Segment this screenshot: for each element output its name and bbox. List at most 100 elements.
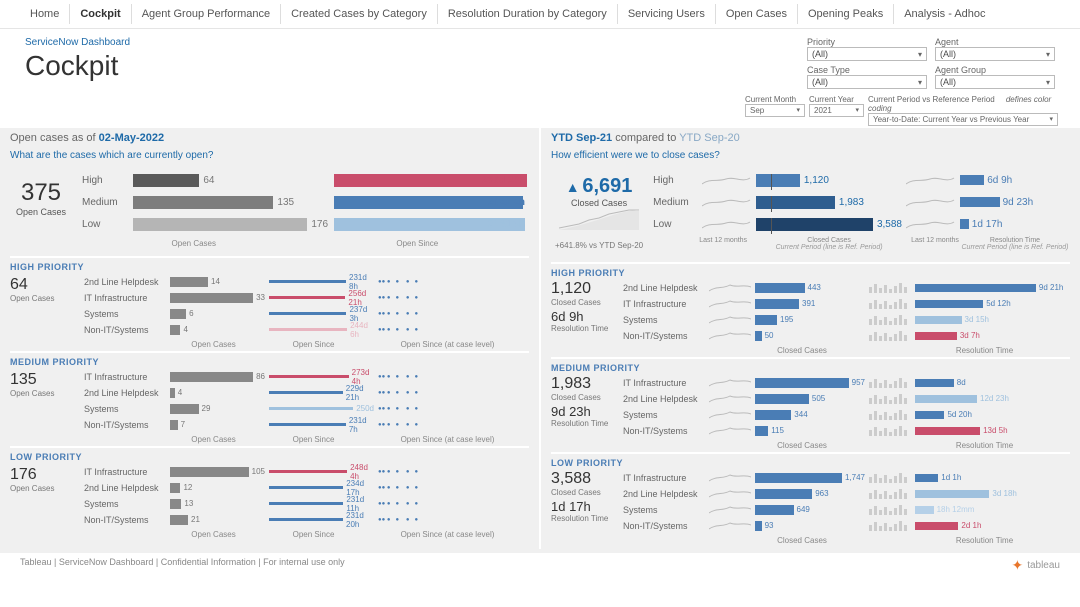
case-level-dots[interactable]: ●● ● ● ● ●: [378, 279, 529, 285]
prio-row: IT Infrastructure 1,747 1d 1h: [623, 470, 1070, 485]
bar-sparkline: [869, 376, 911, 389]
case-level-dots[interactable]: ●● ● ● ● ●: [378, 501, 529, 507]
select-current-year[interactable]: 2021: [809, 104, 864, 117]
case-level-dots[interactable]: ●● ● ● ● ●: [378, 374, 529, 380]
top-nav: HomeCockpitAgent Group PerformanceCreate…: [0, 0, 1080, 29]
sparkline: [906, 216, 956, 232]
filter-select-case_type[interactable]: (All): [807, 75, 927, 89]
open-cases-bar[interactable]: 12: [170, 483, 265, 493]
closed-cases-bar[interactable]: 93: [755, 521, 865, 531]
nav-tab-agent-group-performance[interactable]: Agent Group Performance: [132, 4, 281, 24]
case-level-dots[interactable]: ●● ● ● ● ●: [378, 295, 529, 301]
closed-cases-bar[interactable]: 344: [755, 410, 865, 420]
resolution-time-bar[interactable]: 9d 23h: [960, 197, 1070, 208]
closed-cases-total: ▲ 6,691 Closed Cases +641.8% vs YTD Sep-…: [551, 171, 647, 254]
case-level-dots[interactable]: ●● ● ● ● ●: [378, 406, 529, 412]
open-since-bar[interactable]: 250d: [269, 404, 374, 413]
resolution-time-bar[interactable]: 9d 21h: [915, 283, 1070, 292]
closed-cases-bar[interactable]: 391: [755, 299, 865, 309]
nav-tab-cockpit[interactable]: Cockpit: [70, 4, 131, 24]
bar-sparkline: [869, 297, 911, 310]
open-since-bar[interactable]: 229d 21h: [269, 384, 374, 402]
closed-cases-bar[interactable]: 1,120: [756, 174, 902, 187]
nav-tab-analysis-adhoc[interactable]: Analysis - Adhoc: [894, 4, 995, 24]
open-cases-bar[interactable]: 86: [170, 372, 265, 382]
tableau-icon: ✦: [1011, 557, 1023, 574]
closed-cases-bar[interactable]: 957: [755, 378, 865, 388]
nav-tab-opening-peaks[interactable]: Opening Peaks: [798, 4, 894, 24]
open-cases-bar[interactable]: 64: [133, 174, 328, 187]
case-level-dots[interactable]: ●● ● ● ● ●: [378, 390, 529, 396]
bar-sparkline: [869, 329, 911, 342]
case-level-dots[interactable]: ●● ● ● ● ●: [378, 485, 529, 491]
bar-sparkline: [869, 487, 911, 500]
resolution-time-bar[interactable]: 5d 20h: [915, 410, 1070, 419]
open-cases-bar[interactable]: 135: [133, 196, 328, 209]
open-since-bar[interactable]: 231d 20h: [269, 511, 374, 529]
open-since-bar[interactable]: 244d 6h: [269, 321, 374, 339]
priority-header: LOW PRIORITY: [551, 456, 1070, 470]
closed-cases-bar[interactable]: 505: [755, 394, 865, 404]
closed-cases-bar[interactable]: 963: [755, 489, 865, 499]
case-level-dots[interactable]: ●● ● ● ● ●: [378, 469, 529, 475]
case-level-dots[interactable]: ●● ● ● ● ●: [378, 327, 529, 333]
nav-tab-resolution-duration-by-category[interactable]: Resolution Duration by Category: [438, 4, 618, 24]
resolution-time-bar[interactable]: 1d 17h: [960, 219, 1070, 230]
nav-tab-created-cases-by-category[interactable]: Created Cases by Category: [281, 4, 438, 24]
nav-tab-home[interactable]: Home: [20, 4, 70, 24]
closed-cases-bar[interactable]: 195: [755, 315, 865, 325]
case-level-dots[interactable]: ●● ● ● ● ●: [378, 517, 529, 523]
open-since-bar[interactable]: 266d 23h: [334, 174, 529, 187]
resolution-time-bar[interactable]: 6d 9h: [960, 175, 1070, 186]
closed-cases-bar[interactable]: 50: [755, 331, 865, 341]
resolution-time-bar[interactable]: 18h 12mm: [915, 505, 1070, 514]
open-since-bar[interactable]: 264d 3h: [334, 218, 529, 231]
closed-cases-bar[interactable]: 3,588: [756, 218, 902, 231]
select-reference-period[interactable]: Year-to-Date: Current Year vs Previous Y…: [868, 113, 1058, 126]
open-since-bar[interactable]: 262d 2h: [334, 196, 529, 209]
closed-cases-bar[interactable]: 1,747: [755, 473, 865, 483]
prio-row: 2nd Line Helpdesk 963 3d 18h: [623, 486, 1070, 501]
filter-select-agent[interactable]: (All): [935, 47, 1055, 61]
resolution-time-bar[interactable]: 8d: [915, 378, 1070, 387]
closed-cases-hero-bars: High 1,120 6d 9hMedium 1,983 9d 23hLow 3…: [653, 171, 1070, 254]
resolution-time-bar[interactable]: 12d 23h: [915, 394, 1070, 403]
open-cases-bar[interactable]: 105: [170, 467, 265, 477]
resolution-time-bar[interactable]: 3d 15h: [915, 315, 1070, 324]
filter-select-agent_group[interactable]: (All): [935, 75, 1055, 89]
nav-tab-open-cases[interactable]: Open Cases: [716, 4, 798, 24]
open-cases-bar[interactable]: 7: [170, 420, 265, 430]
open-cases-bar[interactable]: 21: [170, 515, 265, 525]
nav-tab-servicing-users[interactable]: Servicing Users: [618, 4, 716, 24]
prio-row: 2nd Line Helpdesk 505 12d 23h: [623, 391, 1070, 406]
resolution-time-bar[interactable]: 5d 12h: [915, 299, 1070, 308]
open-cases-bar[interactable]: 6: [170, 309, 265, 319]
open-cases-bar[interactable]: 13: [170, 499, 265, 509]
resolution-time-bar[interactable]: 1d 1h: [915, 473, 1070, 482]
sparkline: [709, 297, 751, 310]
case-level-dots[interactable]: ●● ● ● ● ●: [378, 422, 529, 428]
resolution-time-bar[interactable]: 3d 18h: [915, 489, 1070, 498]
case-level-dots[interactable]: ●● ● ● ● ●: [378, 311, 529, 317]
bar-sparkline: [869, 519, 911, 532]
open-cases-bar[interactable]: 4: [170, 325, 265, 335]
resolution-time-bar[interactable]: 3d 7h: [915, 331, 1070, 340]
select-current-month[interactable]: Sep: [745, 104, 805, 117]
open-cases-bar[interactable]: 29: [170, 404, 265, 414]
closed-cases-bar[interactable]: 115: [755, 426, 865, 436]
closed-cases-bar[interactable]: 649: [755, 505, 865, 515]
sparkline: [709, 424, 751, 437]
open-cases-bar[interactable]: 33: [170, 293, 265, 303]
resolution-time-bar[interactable]: 13d 5h: [915, 426, 1070, 435]
ytd-compare-word: compared to: [615, 132, 676, 144]
page-title: Cockpit: [25, 50, 130, 82]
open-since-bar[interactable]: 231d 7h: [269, 416, 374, 434]
open-cases-bar[interactable]: 176: [133, 218, 328, 231]
open-cases-bar[interactable]: 4: [170, 388, 265, 398]
closed-cases-bar[interactable]: 443: [755, 283, 865, 293]
as-of-prefix: Open cases as of: [10, 132, 99, 144]
filter-select-priority[interactable]: (All): [807, 47, 927, 61]
resolution-time-bar[interactable]: 2d 1h: [915, 521, 1070, 530]
closed-cases-bar[interactable]: 1,983: [756, 196, 902, 209]
open-cases-bar[interactable]: 14: [170, 277, 265, 287]
